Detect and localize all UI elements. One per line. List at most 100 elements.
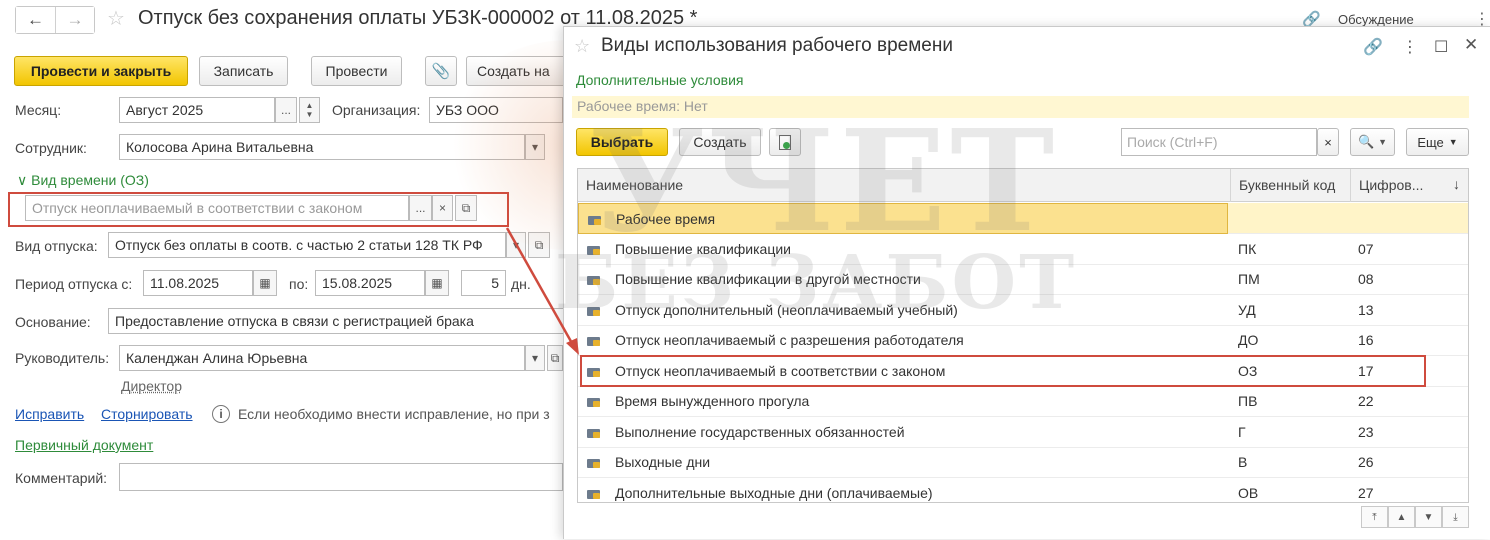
catalog-item-icon [587, 428, 600, 438]
additional-conditions-link[interactable]: Дополнительные условия [576, 72, 744, 88]
row-number-code: 07 [1358, 240, 1374, 257]
column-header-number-code[interactable]: Цифров... ↓ [1350, 169, 1468, 202]
create-based-on-button[interactable]: Создать на [466, 56, 566, 86]
post-and-close-button[interactable]: Провести и закрыть [14, 56, 188, 86]
maximize-icon[interactable]: ☐ [1434, 37, 1448, 57]
catalog-item-icon [587, 245, 600, 255]
favorite-star-icon[interactable]: ☆ [574, 36, 590, 57]
month-select-button[interactable]: ... [275, 97, 297, 123]
table-row[interactable]: Повышение квалификации в другой местност… [578, 264, 1468, 295]
scroll-to-top-icon[interactable]: ⤒ [1361, 506, 1388, 528]
manager-field[interactable]: Календжан Алина Юрьевна [119, 345, 525, 371]
stepper-up-icon[interactable]: ▲ [306, 101, 314, 110]
month-stepper[interactable]: ▲ ▼ [299, 97, 320, 123]
period-to-field[interactable]: 15.08.2025 [315, 270, 425, 296]
table-row[interactable]: Отпуск дополнительный (неоплачиваемый уч… [578, 295, 1468, 326]
basis-field[interactable]: Предоставление отпуска в связи с регистр… [108, 308, 566, 334]
scroll-up-icon[interactable]: ▲ [1388, 506, 1415, 528]
table-row[interactable]: Дополнительные выходные дни (оплачиваемы… [578, 478, 1468, 503]
calendar-icon[interactable]: ▦ [425, 270, 449, 296]
row-name: Выполнение государственных обязанностей [615, 423, 905, 440]
column-header-name[interactable]: Наименование [578, 169, 1230, 202]
storno-link[interactable]: Сторнировать [101, 406, 193, 422]
link-icon[interactable]: 🔗 [1363, 37, 1383, 57]
more-button[interactable]: Еще ▼ [1406, 128, 1469, 156]
search-clear-icon[interactable]: × [1317, 128, 1339, 156]
table-row[interactable]: Повышение квалификации ПК 07 [578, 234, 1468, 265]
more-menu-icon[interactable]: ⋮ [1402, 37, 1418, 57]
create-group-button[interactable] [769, 128, 801, 156]
more-button-label: Еще [1417, 134, 1444, 150]
table-row[interactable]: Выполнение государственных обязанностей Г… [578, 417, 1468, 448]
catalog-item-icon [588, 216, 601, 225]
info-text: Если необходимо внести исправление, но п… [238, 406, 550, 422]
manager-dropdown-icon[interactable]: ▾ [525, 345, 545, 371]
chevron-down-icon: ▼ [1448, 137, 1458, 147]
leave-type-open-icon[interactable]: ⧉ [528, 232, 550, 258]
row-name-cell: Отпуск неоплачиваемый с разрешения работ… [578, 325, 1230, 356]
manager-open-icon[interactable]: ⧉ [547, 345, 563, 371]
row-name-cell: Выходные дни [578, 447, 1230, 478]
paperclip-icon: 📎 [431, 63, 451, 80]
month-label: Месяц: [15, 102, 62, 118]
period-from-field[interactable]: 11.08.2025 [143, 270, 253, 296]
chevron-down-icon: ▼ [1378, 137, 1388, 147]
table-row[interactable]: Отпуск неоплачиваемый с разрешения работ… [578, 325, 1468, 356]
time-type-group-toggle[interactable]: ∨ Вид времени (ОЗ) [17, 172, 149, 189]
row-letter-code: УД [1238, 301, 1256, 318]
leave-type-field[interactable]: Отпуск без оплаты в соотв. с частью 2 ст… [108, 232, 506, 258]
period-from-label: Период отпуска с: [15, 276, 133, 292]
employee-label: Сотрудник: [15, 140, 87, 156]
row-letter-code: ДО [1238, 332, 1259, 348]
row-number-code [1350, 203, 1468, 234]
primary-document-link[interactable]: Первичный документ [15, 437, 153, 453]
row-number-code: 26 [1358, 454, 1374, 470]
scroll-to-bottom-icon[interactable]: ⤓ [1442, 506, 1469, 528]
row-name-cell: Рабочее время [578, 203, 1228, 234]
row-letter-code: ОВ [1238, 484, 1259, 501]
manager-label: Руководитель: [15, 350, 110, 366]
column-header-letter-code[interactable]: Буквенный код [1230, 169, 1350, 202]
save-button[interactable]: Записать [199, 56, 288, 86]
stepper-down-icon[interactable]: ▼ [306, 110, 314, 119]
favorite-star-icon[interactable]: ☆ [107, 6, 125, 31]
leave-type-dropdown-icon[interactable]: ▾ [506, 232, 526, 258]
days-count-field[interactable]: 5 [461, 270, 506, 296]
highlight-oz-row [580, 355, 1426, 387]
manager-position-link[interactable]: Директор [121, 378, 182, 394]
row-name-cell: Время вынужденного прогула [578, 386, 1230, 417]
row-name: Отпуск неоплачиваемый с разрешения работ… [615, 332, 964, 348]
back-arrow-icon[interactable]: ← [16, 7, 55, 33]
employee-dropdown-icon[interactable]: ▾ [525, 134, 545, 160]
scroll-down-icon[interactable]: ▼ [1415, 506, 1442, 528]
calendar-icon[interactable]: ▦ [253, 270, 277, 296]
table-row[interactable]: Рабочее время [578, 203, 1468, 234]
search-input[interactable]: Поиск (Ctrl+F) [1121, 128, 1317, 156]
fix-link[interactable]: Исправить [15, 406, 84, 422]
organization-field[interactable]: УБЗ ООО [429, 97, 563, 123]
month-field[interactable]: Август 2025 [119, 97, 275, 123]
row-letter-code: Г [1238, 423, 1246, 440]
dialog-title: Виды использования рабочего времени [601, 35, 953, 56]
forward-arrow-icon[interactable]: → [55, 7, 94, 33]
comment-field[interactable] [119, 463, 563, 491]
table-row[interactable]: Выходные дни В 26 [578, 447, 1468, 478]
time-type-group-title: Вид времени (ОЗ) [31, 172, 149, 188]
post-button[interactable]: Провести [311, 56, 402, 86]
attachment-button[interactable]: 📎 [425, 56, 457, 86]
row-number-code: 08 [1358, 271, 1374, 287]
employee-field[interactable]: Колосова Арина Витальевна [119, 134, 525, 160]
search-button[interactable]: 🔍 ▼ [1350, 128, 1395, 156]
row-letter-code: ПК [1238, 240, 1257, 257]
create-button[interactable]: Создать [679, 128, 761, 156]
row-letter-code [1230, 203, 1350, 234]
catalog-item-icon [587, 459, 600, 468]
organization-label: Организация: [332, 102, 421, 118]
navigation-buttons: ← → [15, 6, 95, 34]
discussion-button[interactable]: Обсуждение [1338, 12, 1414, 27]
select-button[interactable]: Выбрать [576, 128, 668, 156]
table-row[interactable]: Время вынужденного прогула ПВ 22 [578, 386, 1468, 417]
catalog-item-icon [587, 337, 600, 346]
close-icon[interactable]: ✕ [1464, 35, 1478, 55]
period-to-label: по: [289, 276, 309, 292]
